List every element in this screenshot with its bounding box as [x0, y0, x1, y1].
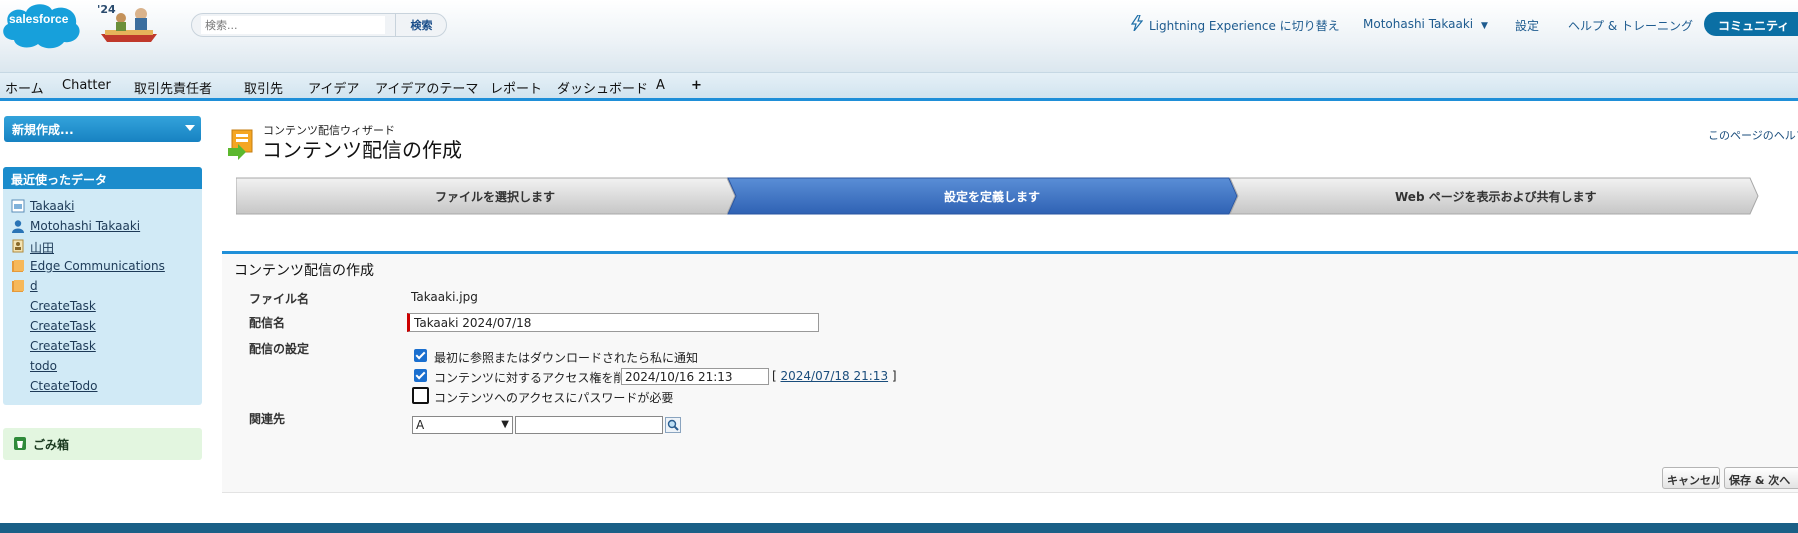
related-object-select[interactable]: A ▼ — [412, 416, 513, 434]
recent-item-createtask[interactable]: CreateTask — [30, 299, 96, 313]
bracket-close: ] — [891, 369, 897, 383]
file-name-value: Takaaki.jpg — [411, 290, 478, 304]
recent-items-title: 最近使ったデータ — [3, 167, 202, 189]
salesforce-logo[interactable] — [0, 0, 82, 52]
tab-dashboards[interactable]: ダッシュボード — [557, 78, 648, 97]
image-file-icon — [11, 199, 25, 213]
content-delivery-icon — [228, 129, 253, 160]
recent-items-panel: 最近使ったデータ Takaaki Motohashi Takaaki 山田 Ed… — [3, 167, 202, 405]
expire-access-checkbox[interactable] — [414, 369, 427, 382]
recent-item-d[interactable]: d — [30, 279, 38, 293]
require-password-checkbox[interactable] — [412, 387, 429, 404]
tab-ideas[interactable]: アイデア — [308, 78, 359, 97]
wizard-step-view-share: Web ページを表示および共有します — [1395, 190, 1597, 204]
wizard-progress: ファイルを選択します 設定を定義します Web ページを表示および共有します — [236, 176, 1760, 216]
setup-link[interactable]: 設定 — [1515, 17, 1539, 34]
recent-item-createtask[interactable]: CreateTask — [30, 319, 96, 333]
switch-lightning-link[interactable]: Lightning Experience に切り替え — [1149, 17, 1340, 34]
lightning-icon — [1131, 15, 1143, 31]
expire-date-input[interactable] — [621, 368, 769, 385]
create-new-label: 新規作成... — [12, 123, 74, 137]
notify-label: 最初に参照またはダウンロードされたら私に通知 — [434, 351, 699, 365]
cancel-button[interactable]: キャンセル — [1662, 467, 1720, 489]
recent-item-createtask[interactable]: CreateTask — [30, 339, 96, 353]
community-button[interactable]: コミュニティ — [1704, 12, 1798, 36]
require-password-label: コンテンツへのアクセスにパスワードが必要 — [434, 391, 674, 405]
expire-date-link[interactable]: 2024/07/18 21:13 — [781, 369, 889, 383]
recycle-bin-panel[interactable]: ごみ箱 — [3, 428, 202, 460]
user-icon — [12, 220, 24, 233]
tab-idea-themes[interactable]: アイデアのテーマ — [375, 78, 478, 97]
recent-item-takaaki[interactable]: Takaaki — [30, 199, 74, 213]
recycle-bin-link[interactable]: ごみ箱 — [33, 436, 69, 453]
account-book-icon — [12, 260, 24, 272]
save-next-button[interactable]: 保存 & 次へ — [1724, 467, 1798, 489]
user-name: Motohashi Takaaki — [1363, 17, 1474, 31]
tab-home[interactable]: ホーム — [5, 78, 44, 97]
global-header: salesforce '24 検索 Lightning Experience に… — [0, 0, 1798, 72]
lookup-search-icon[interactable] — [665, 417, 681, 433]
add-tab-icon[interactable]: + — [691, 78, 702, 93]
content-delivery-form: コンテンツ配信の作成 ファイル名 Takaaki.jpg 配信名 配信の設定 最… — [222, 251, 1798, 493]
footer-bar — [0, 523, 1798, 533]
related-record-input[interactable] — [515, 416, 663, 434]
delivery-settings-label: 配信の設定 — [249, 342, 310, 356]
wizard-step-define-settings: 設定を定義します — [944, 190, 1041, 204]
notify-checkbox[interactable] — [414, 349, 427, 362]
tab-contacts[interactable]: 取引先責任者 — [134, 78, 212, 97]
recent-item-edge-communications[interactable]: Edge Communications — [30, 259, 165, 273]
account-book-icon — [12, 280, 24, 292]
global-search: 検索 — [191, 13, 447, 37]
delivery-name-input[interactable] — [407, 313, 819, 332]
chevron-down-icon: ▼ — [501, 419, 509, 430]
search-button[interactable]: 検索 — [395, 14, 447, 36]
tab-chatter[interactable]: Chatter — [62, 78, 111, 93]
contact-card-icon — [12, 239, 24, 253]
related-select-value: A — [416, 418, 425, 432]
create-new-button[interactable]: 新規作成... — [4, 116, 201, 142]
expire-date-shortcut: [ 2024/07/18 21:13 ] — [772, 369, 897, 383]
release-badge: '24 — [97, 3, 116, 16]
tab-accounts[interactable]: 取引先 — [244, 78, 283, 97]
file-name-label: ファイル名 — [249, 292, 310, 306]
recent-item-motohashi-takaaki[interactable]: Motohashi Takaaki — [30, 219, 140, 233]
page-title: コンテンツ配信の作成 — [262, 138, 462, 162]
wizard-step-select-file: ファイルを選択します — [435, 190, 556, 204]
recent-item-cteatetodo[interactable]: CteateTodo — [30, 379, 98, 393]
trash-icon — [14, 437, 26, 450]
help-for-page-link[interactable]: このページのヘルプ — [1708, 127, 1798, 143]
tab-reports[interactable]: レポート — [490, 78, 542, 97]
tab-bar: ホーム Chatter 取引先責任者 取引先 アイデア アイデアのテーマ レポー… — [0, 72, 1798, 101]
chevron-down-icon: ▼ — [1480, 21, 1488, 31]
related-to-label: 関連先 — [249, 412, 286, 426]
user-menu[interactable]: Motohashi Takaaki ▼ — [1363, 17, 1488, 31]
chevron-down-icon — [185, 125, 195, 131]
expire-access-label: コンテンツに対するアクセス権を削除 — [434, 371, 638, 385]
form-section-title: コンテンツ配信の作成 — [234, 263, 374, 279]
search-input[interactable] — [201, 16, 385, 34]
bracket-open: [ — [772, 369, 777, 383]
help-training-link[interactable]: ヘルプ & トレーニング — [1568, 17, 1693, 34]
tab-a[interactable]: A — [656, 78, 665, 93]
recent-item-yamada[interactable]: 山田 — [30, 239, 54, 256]
recent-item-todo[interactable]: todo — [30, 359, 57, 373]
logo-text: salesforce — [9, 12, 69, 26]
delivery-name-label: 配信名 — [249, 316, 286, 330]
